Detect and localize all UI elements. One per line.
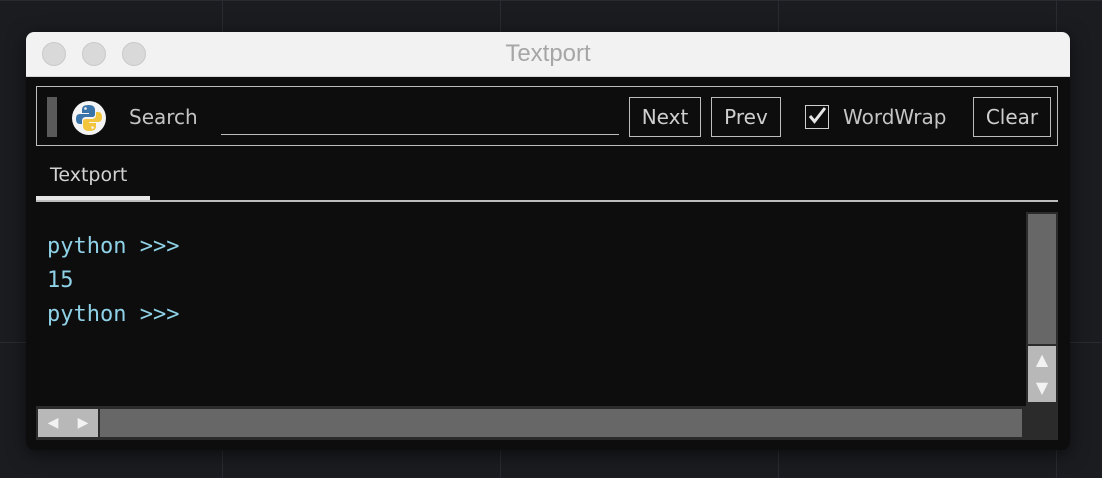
wordwrap-checkbox[interactable] — [805, 105, 829, 129]
wordwrap-label[interactable]: WordWrap — [843, 105, 946, 129]
scroll-left-icon[interactable]: ◀ — [38, 409, 68, 437]
scroll-down-icon[interactable]: ▼ — [1028, 374, 1056, 402]
scrollbar-corner — [1026, 406, 1058, 440]
clear-button[interactable]: Clear — [973, 97, 1051, 137]
scroll-right-icon[interactable]: ▶ — [68, 409, 98, 437]
toolbar-grip-handle[interactable] — [47, 97, 57, 137]
console-output[interactable]: python >>> 15 python >>> — [36, 212, 1026, 406]
prev-button[interactable]: Prev — [711, 97, 781, 137]
tab-textport[interactable]: Textport — [36, 154, 150, 200]
search-toolbar: Search Next Prev WordWrap Clear — [36, 86, 1058, 146]
search-input[interactable] — [221, 101, 619, 135]
console-line: python >>> — [47, 302, 180, 327]
console-line: 15 — [47, 268, 74, 293]
horizontal-scroll-thumb[interactable] — [100, 409, 1022, 437]
scroll-up-icon[interactable]: ▲ — [1028, 346, 1056, 374]
window-title: Textport — [505, 40, 591, 67]
python-logo-icon — [72, 101, 106, 135]
title-bar[interactable]: Textport — [26, 32, 1070, 77]
vertical-scroll-thumb[interactable] — [1028, 214, 1056, 344]
textport-window: Textport Search Next Prev WordWrap Clear… — [26, 32, 1070, 450]
search-label: Search — [129, 105, 198, 129]
next-button[interactable]: Next — [629, 97, 701, 137]
console-line: python >>> — [47, 234, 180, 259]
tab-label: Textport — [50, 164, 128, 186]
tab-divider — [36, 200, 1058, 202]
checkmark-icon — [808, 107, 827, 124]
